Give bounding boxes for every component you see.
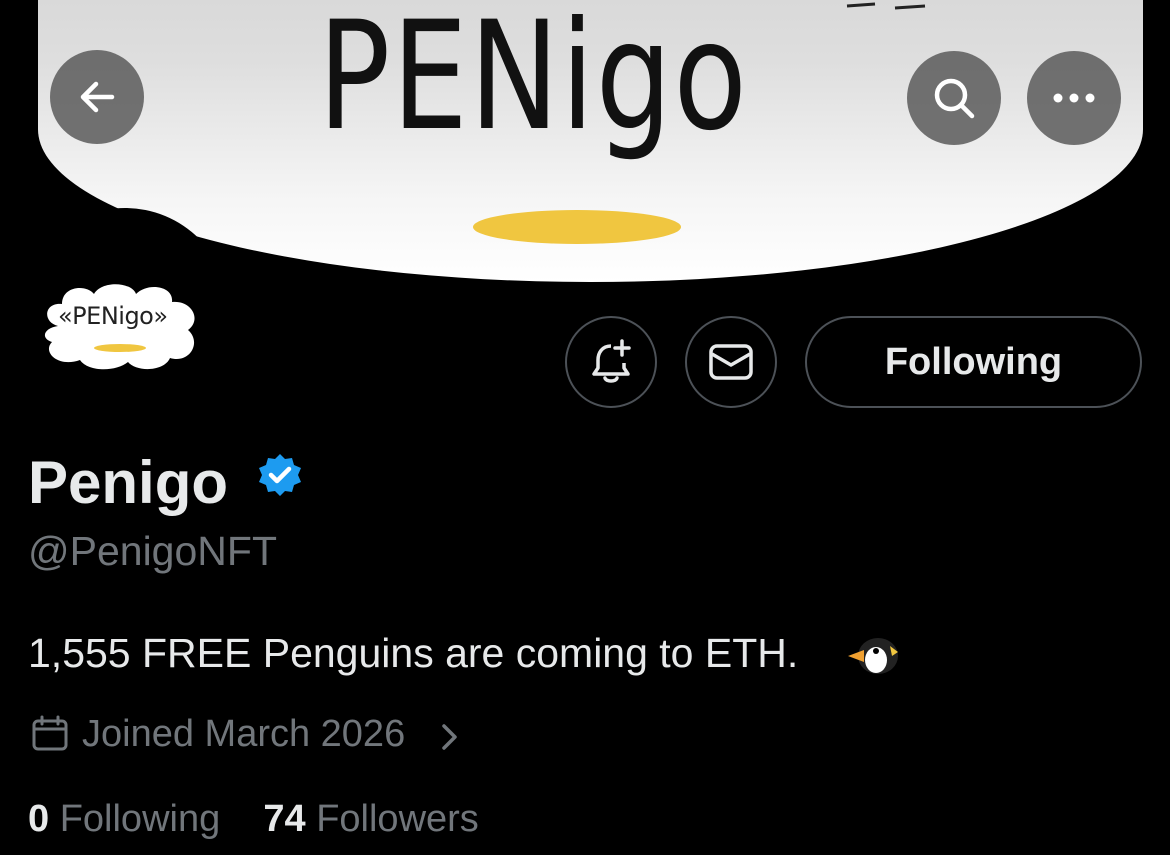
arrow-left-icon [80, 81, 115, 113]
more-button[interactable] [1027, 51, 1121, 145]
search-button[interactable] [907, 51, 1001, 145]
followers-stat[interactable]: 74 Followers [263, 798, 478, 840]
banner-scribble [846, 2, 926, 10]
notifications-button[interactable] [565, 316, 657, 408]
search-icon [934, 78, 975, 119]
profile-handle: @PenigoNFT [28, 528, 277, 574]
envelope-icon [709, 344, 753, 380]
following-count: 0 [28, 798, 50, 840]
penguin-emoji [848, 638, 898, 674]
profile-name: Penigo [28, 449, 229, 516]
following-button[interactable]: Following [805, 316, 1142, 408]
joined-date[interactable]: Joined March 2026 [82, 713, 405, 756]
back-button[interactable] [50, 50, 144, 144]
message-button[interactable] [685, 316, 777, 408]
chevron-right-icon[interactable] [438, 722, 460, 752]
verified-badge-icon[interactable] [256, 452, 304, 500]
profile-stats: 0 Following 74 Followers [28, 798, 479, 841]
banner-logo-text: PENigo [318, 0, 749, 164]
banner-logo-ellipse [473, 210, 681, 244]
following-stat[interactable]: 0 Following [28, 798, 220, 840]
followers-stat-label: Followers [316, 798, 479, 840]
calendar-icon [32, 715, 68, 751]
avatar-logo-text: «PENigo» [58, 302, 168, 330]
followers-count: 74 [263, 798, 306, 840]
more-horizontal-icon [1053, 93, 1095, 103]
profile-bio: 1,555 FREE Penguins are coming to ETH. [28, 630, 799, 676]
bell-plus-icon [592, 339, 631, 383]
following-stat-label: Following [59, 798, 221, 840]
